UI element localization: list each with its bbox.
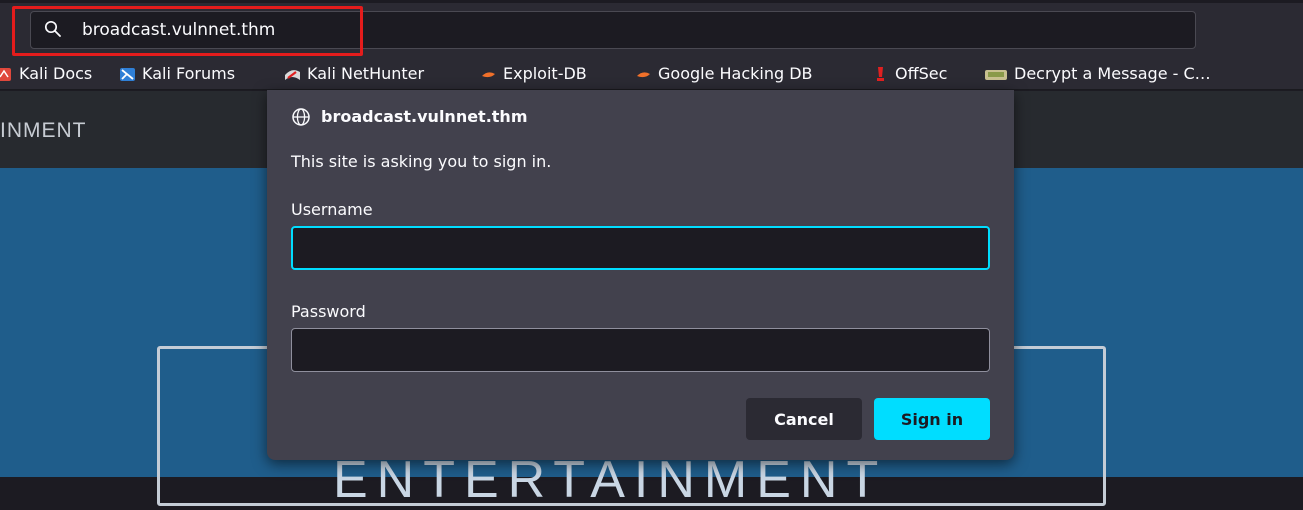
bookmark-kali-docs[interactable]: Kali Docs (0, 62, 92, 86)
offsec-icon (877, 66, 884, 81)
bookmark-exploit-db[interactable]: Exploit-DB (480, 62, 587, 86)
password-field[interactable] (291, 328, 990, 372)
site-brand-text: INMENT (0, 119, 87, 142)
nethunter-icon (285, 69, 300, 80)
sign-in-button[interactable]: Sign in (874, 398, 990, 440)
dialog-message: This site is asking you to sign in. (291, 152, 552, 171)
bookmark-label: Exploit-DB (503, 64, 587, 83)
bookmark-label: Kali Forums (142, 64, 236, 83)
sign-in-dialog: broadcast.vulnnet.thm This site is askin… (267, 90, 1014, 460)
ghdb-icon (637, 71, 650, 77)
exploit-db-icon (482, 71, 495, 77)
cancel-button[interactable]: Cancel (746, 398, 862, 440)
globe-icon (292, 108, 310, 126)
bookmark-decrypt-message[interactable]: Decrypt a Message - C… (984, 62, 1211, 86)
url-highlight-annotation (12, 6, 363, 56)
bookmark-label: Kali NetHunter (307, 64, 425, 83)
bookmark-offsec[interactable]: OffSec (872, 62, 947, 86)
bookmark-label: Google Hacking DB (658, 64, 813, 83)
password-label: Password (291, 302, 366, 321)
username-field[interactable] (291, 226, 990, 270)
decrypt-icon (985, 69, 1007, 80)
tab-strip-edge (0, 0, 1303, 3)
dialog-host: broadcast.vulnnet.thm (321, 107, 528, 126)
bookmark-google-hacking-db[interactable]: Google Hacking DB (635, 62, 813, 86)
username-label: Username (291, 200, 373, 219)
kali-dragon-icon (0, 67, 11, 81)
bookmark-kali-nethunter[interactable]: Kali NetHunter (284, 62, 424, 86)
bookmark-label: OffSec (895, 64, 948, 83)
bookmark-label: Decrypt a Message - C… (1014, 64, 1211, 83)
bookmarks-bar: Kali Docs Kali Forums Kali NetHunter Exp… (0, 58, 1303, 90)
bookmark-kali-forums[interactable]: Kali Forums (119, 62, 235, 86)
bookmark-label: Kali Docs (19, 64, 93, 83)
kali-forums-icon (120, 67, 135, 81)
